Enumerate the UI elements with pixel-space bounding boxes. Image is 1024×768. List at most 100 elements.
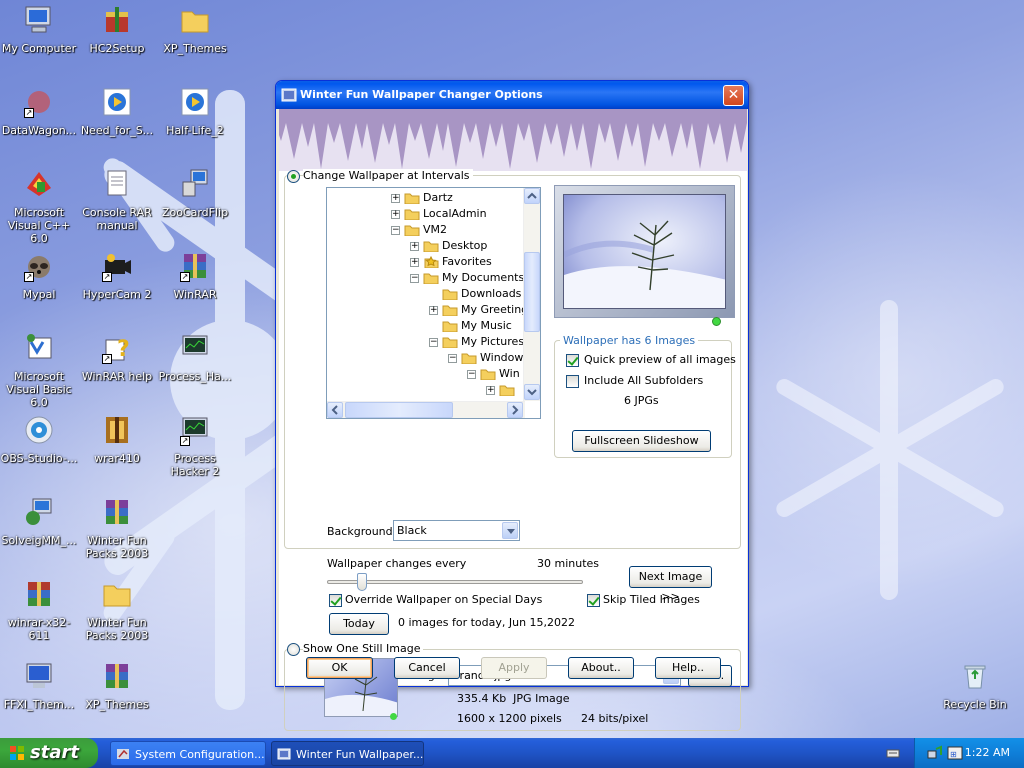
shortcut-arrow-icon: ↗ (24, 108, 34, 118)
desktop-icon-label: Microsoft Visual Basic 6.0 (6, 370, 72, 409)
still-mode-radio[interactable] (287, 643, 300, 656)
desktop-icon-process-hacker-2[interactable]: ↗ Process Hacker 2 (156, 414, 234, 478)
expand-icon[interactable]: + (486, 386, 495, 395)
expand-icon[interactable]: + (429, 306, 438, 315)
collapse-icon[interactable]: − (410, 274, 419, 283)
folder-icon (181, 11, 209, 33)
about-button[interactable]: About.. (568, 657, 634, 679)
dropdown-arrow-icon[interactable] (502, 522, 518, 539)
collapse-icon[interactable]: − (467, 370, 476, 379)
desktop-icon-winrar[interactable]: ↗ WinRAR (156, 250, 234, 301)
taskbar-button-winter-fun-wallpaper[interactable]: Winter Fun Wallpaper... (271, 741, 424, 766)
override-special-days-checkbox[interactable] (329, 594, 342, 607)
dialog-titlebar[interactable]: Winter Fun Wallpaper Changer Options ✕ (276, 81, 748, 109)
cancel-button[interactable]: Cancel (394, 657, 460, 679)
icicle-decoration (279, 109, 747, 171)
desktop-icon-obs-studio[interactable]: OBS-Studio-... (0, 414, 78, 465)
next-image-button[interactable]: Next Image >> (629, 566, 712, 603)
desktop-icon-visual-cpp[interactable]: Microsoft Visual C++ 6.0 (0, 168, 78, 245)
desktop-icon-winter-fun-packs-2[interactable]: Winter Fun Packs 2003 (78, 578, 156, 642)
ok-button[interactable]: OK (306, 657, 373, 679)
tree-vertical-scrollbar[interactable] (523, 188, 540, 401)
apply-button[interactable]: Apply (481, 657, 547, 679)
desktop-icon-winrar-help[interactable]: ? ↗ WinRAR help (78, 332, 156, 383)
desktop-icon-console-rar-manual[interactable]: Console RAR manual (78, 168, 156, 232)
desktop-icon-ffxi-theme[interactable]: FFXI_Them... (0, 660, 78, 711)
taskbar-button-system-configuration[interactable]: System Configuration... (110, 741, 266, 766)
desktop-icon-winter-fun-packs-1[interactable]: Winter Fun Packs 2003 (78, 496, 156, 560)
desktop-icon-hc2setup[interactable]: HC2Setup (78, 4, 156, 55)
interval-value: 30 minutes (537, 557, 600, 570)
desktop-icon-xp-themes-archive[interactable]: XP_Themes (78, 660, 156, 711)
scroll-thumb[interactable] (524, 252, 540, 332)
expand-icon[interactable]: + (410, 258, 419, 267)
scroll-left-button[interactable] (327, 402, 343, 418)
expand-icon[interactable]: + (410, 242, 419, 251)
fullscreen-slideshow-button[interactable]: Fullscreen Slideshow (572, 430, 711, 452)
folder-icon (480, 369, 496, 380)
scroll-thumb[interactable] (345, 402, 453, 418)
scroll-right-button[interactable] (507, 402, 523, 418)
desktop-icon-datawagon[interactable]: ↗ DataWagon... (0, 86, 78, 137)
desktop-icon-zoocardflip[interactable]: ZooCardFlip (156, 168, 234, 219)
desktop-icon-solveigmm[interactable]: SolveigMM_... (0, 496, 78, 547)
chevron-down-icon (527, 389, 537, 396)
clock[interactable]: 1:22 AM (965, 746, 1010, 759)
network-icon[interactable] (927, 745, 943, 761)
desktop-icon-my-computer[interactable]: My Computer (0, 4, 78, 55)
skip-tiled-checkbox[interactable] (587, 594, 600, 607)
shortcut-arrow-icon: ↗ (102, 354, 112, 364)
tree-horizontal-scrollbar[interactable] (327, 401, 525, 418)
collapse-icon[interactable]: − (448, 354, 457, 363)
app-icon (277, 748, 291, 760)
today-button[interactable]: Today (329, 613, 389, 635)
background-select[interactable]: Black (393, 520, 520, 541)
recycle-bin-icon (964, 665, 986, 689)
system-configuration-icon (117, 749, 129, 759)
tree-node-label: Win (499, 367, 520, 380)
winrar-icon (28, 582, 50, 606)
start-button[interactable]: start (0, 738, 98, 768)
folder-icon (442, 337, 458, 348)
monitor-icon (182, 335, 208, 355)
desktop-icon-need-for-speed[interactable]: Need_for_S... (78, 86, 156, 137)
expand-icon[interactable]: + (391, 194, 400, 203)
desktop-icon-process-hacker-1[interactable]: Process_Ha... (156, 332, 234, 383)
wallpaper-count-label: Wallpaper has 6 Images (560, 334, 699, 347)
monitor-icon (26, 663, 52, 688)
desktop-icon-recycle-bin[interactable]: Recycle Bin (936, 660, 1014, 711)
interval-slider-thumb[interactable] (356, 573, 367, 591)
desktop-icon-mypal[interactable]: ↗ Mypal (0, 250, 78, 301)
interval-mode-radio[interactable] (287, 170, 300, 183)
preview-status-dot (712, 317, 721, 326)
shortcut-arrow-icon: ↗ (24, 272, 34, 282)
close-button[interactable]: ✕ (723, 85, 744, 106)
desktop-icon-label: OBS-Studio-... (0, 452, 78, 465)
include-subfolders-checkbox[interactable] (566, 375, 579, 388)
desktop-icon-half-life-2[interactable]: Half-Life_2 (156, 86, 234, 137)
folder-tree[interactable]: + Dartz + LocalAdmin − VM2 + Desktop + Favorites −… (326, 187, 541, 419)
folder-icon (404, 193, 420, 204)
desktop-icon-label: Microsoft Visual C++ 6.0 (7, 206, 71, 245)
volume-icon[interactable]: ⊞ (947, 745, 963, 761)
help-button[interactable]: Help.. (655, 657, 721, 679)
desktop-icon-label: HC2Setup (89, 42, 145, 55)
desktop-icon-xp-themes-folder[interactable]: XP_Themes (156, 4, 234, 55)
desktop-icon-wrar410[interactable]: wrar410 (78, 414, 156, 465)
image-bit-depth: 24 bits/pixel (581, 712, 649, 725)
quick-preview-checkbox[interactable] (566, 354, 579, 367)
scroll-down-button[interactable] (524, 384, 540, 400)
shortcut-arrow-icon: ↗ (180, 436, 190, 446)
chevron-left-icon (331, 405, 338, 415)
expand-icon[interactable]: + (391, 210, 400, 219)
desktop-icon-label: winrar-x32-611 (7, 616, 71, 642)
desktop-icon-label: Winter Fun Packs 2003 (85, 616, 149, 642)
collapse-icon[interactable]: − (429, 338, 438, 347)
desktop-icon-visual-basic[interactable]: Microsoft Visual Basic 6.0 (0, 332, 78, 409)
scroll-up-button[interactable] (524, 188, 540, 204)
folder-icon (404, 209, 420, 220)
collapse-icon[interactable]: − (391, 226, 400, 235)
desktop-icon-hypercam[interactable]: ↗ HyperCam 2 (78, 250, 156, 301)
desktop-icon-winrar-x32[interactable]: winrar-x32-611 (0, 578, 78, 642)
keyboard-icon[interactable] (886, 746, 900, 760)
